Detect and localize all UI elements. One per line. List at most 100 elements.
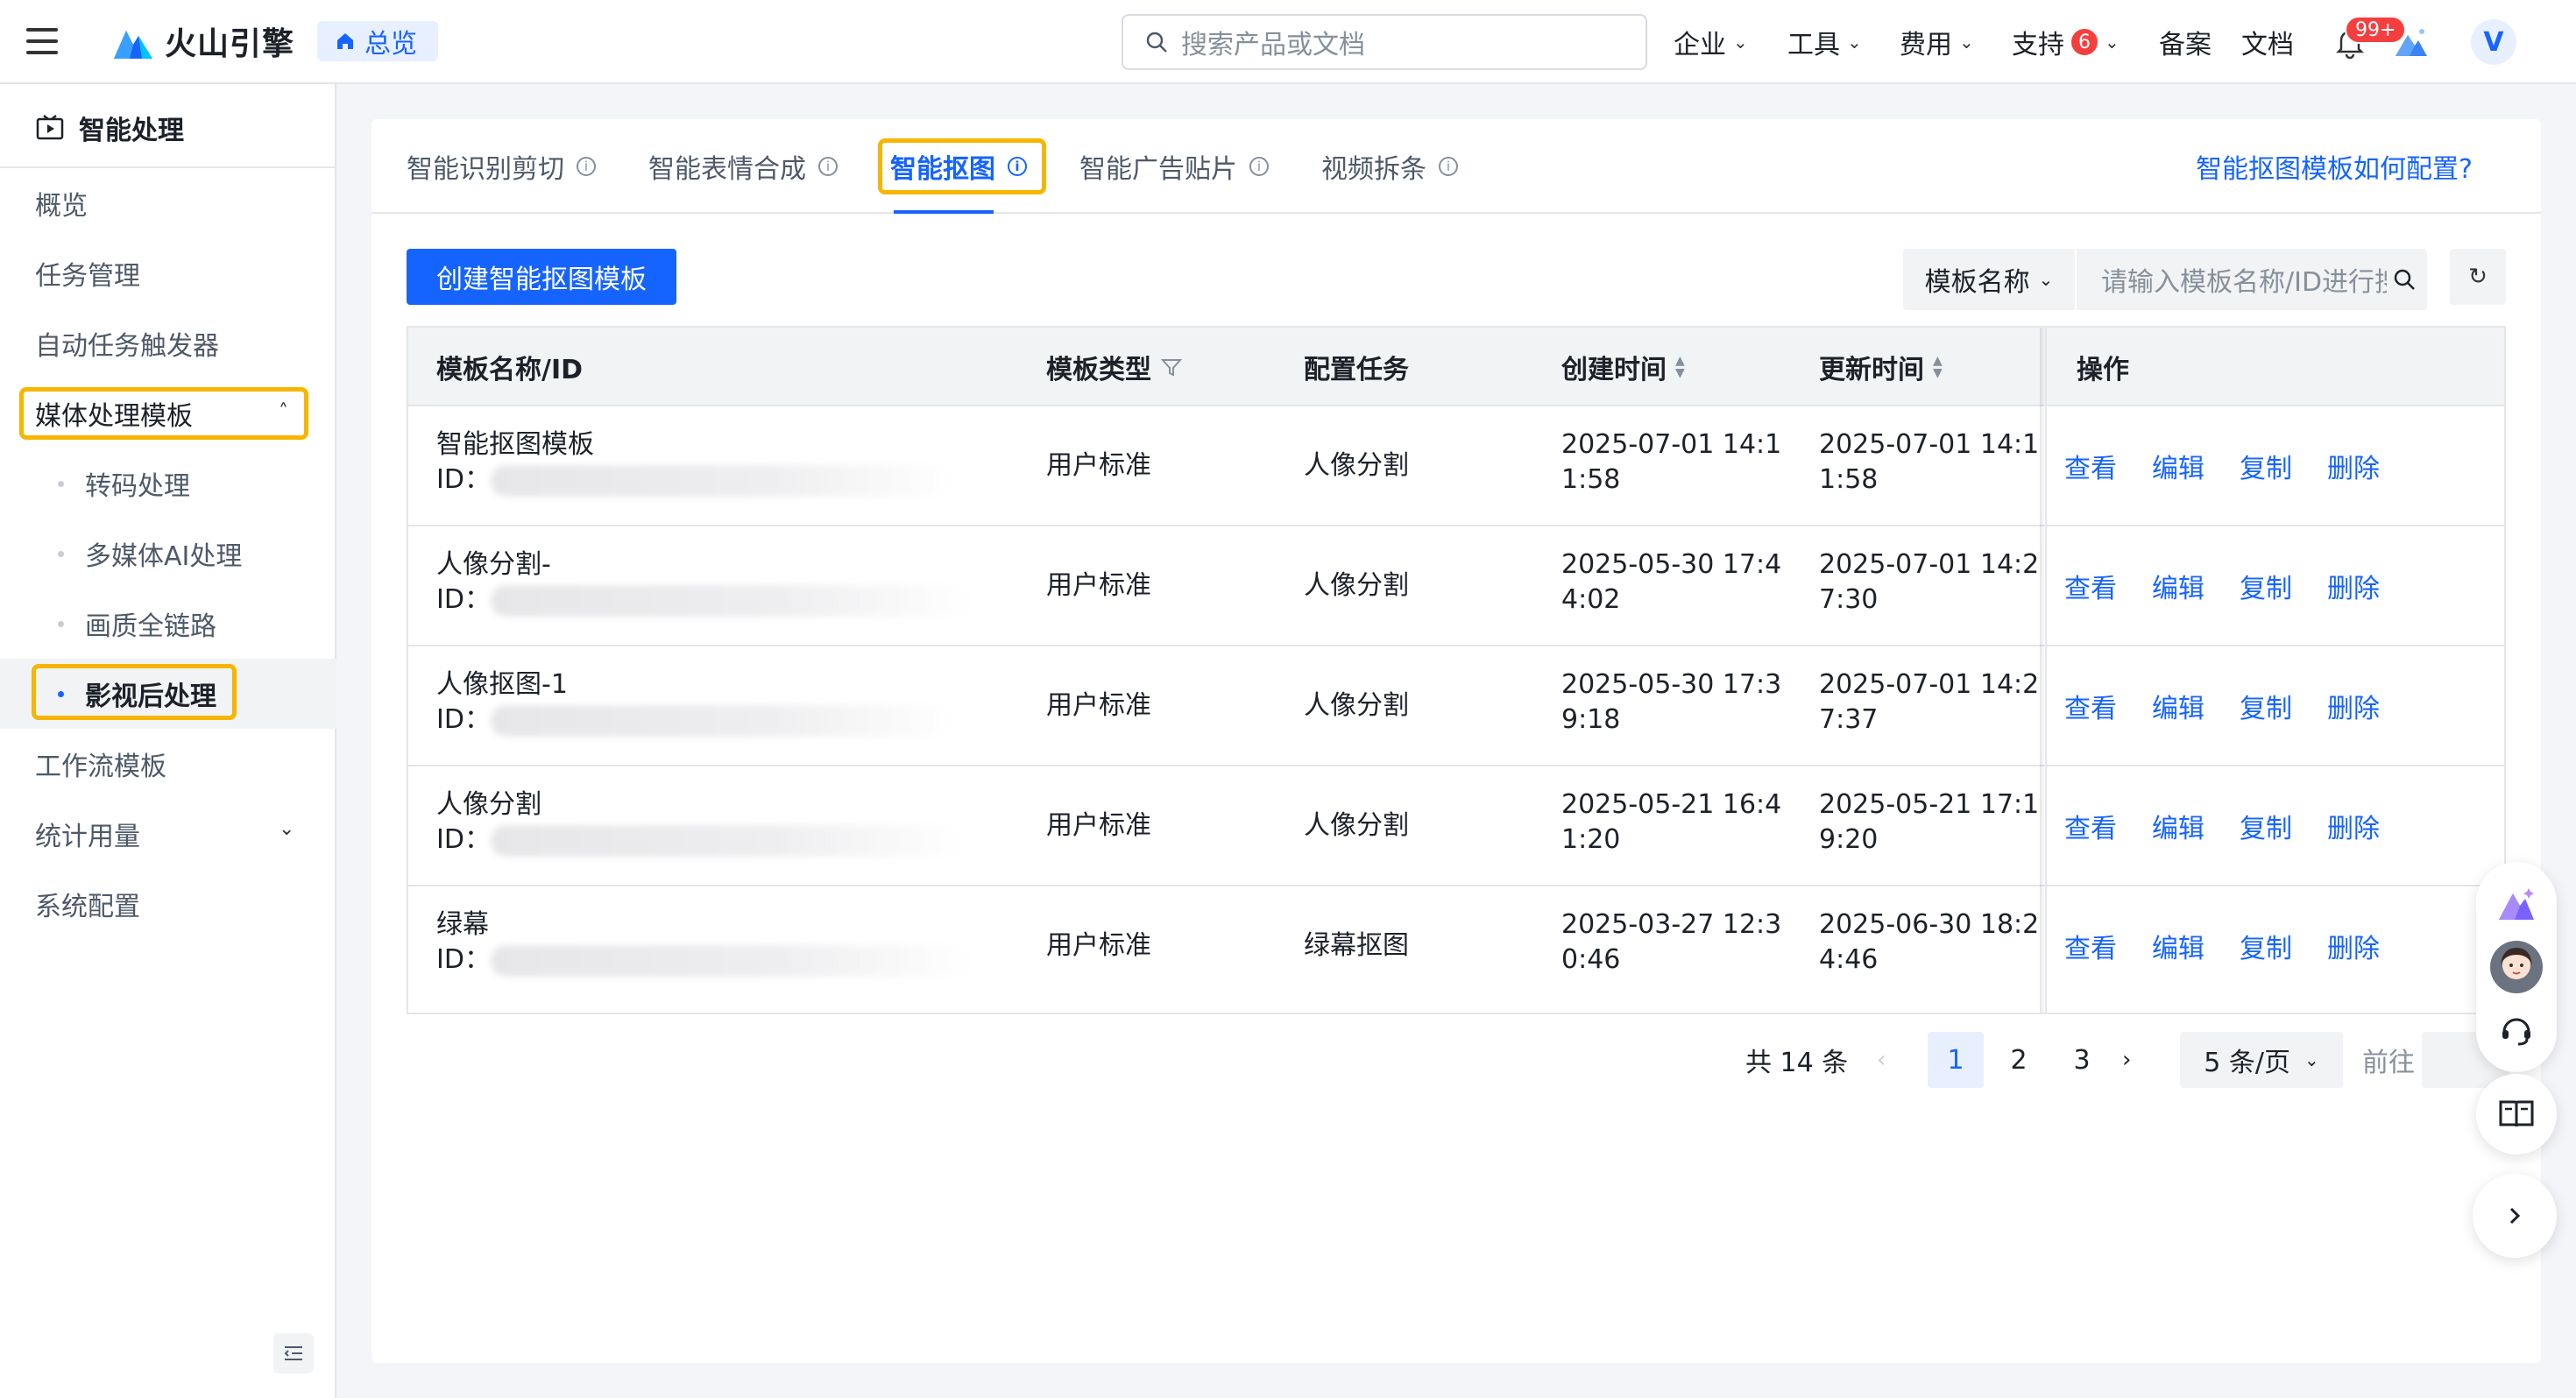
- ai-assistant-icon[interactable]: [2394, 25, 2429, 60]
- tab-ad-sticker[interactable]: 智能广告贴片 i: [1079, 147, 1269, 186]
- sidebar-item-overview[interactable]: 概览: [35, 184, 88, 222]
- bullet-dot: [58, 620, 64, 627]
- delete-link[interactable]: 删除: [2327, 447, 2380, 485]
- edit-link[interactable]: 编辑: [2152, 567, 2204, 605]
- template-id: ID：: [436, 703, 955, 738]
- filter-field-label: 模板名称: [1924, 267, 2030, 298]
- next-page-button[interactable]: ›: [2122, 1032, 2131, 1088]
- nav-label: 备案: [2159, 30, 2212, 60]
- template-name-cell: 人像分割 ID：: [436, 787, 964, 858]
- tab-label: 智能广告贴片: [1079, 154, 1237, 185]
- tab-smart-cut[interactable]: 智能识别剪切 i: [407, 147, 596, 186]
- nav-billing[interactable]: 费用 ⌄: [1900, 23, 1974, 61]
- sidebar-subitem-transcode[interactable]: 转码处理: [58, 464, 190, 503]
- edit-link[interactable]: 编辑: [2152, 447, 2204, 485]
- page-button-2[interactable]: 2: [1991, 1032, 2047, 1088]
- tab-video-split[interactable]: 视频拆条 i: [1321, 147, 1458, 186]
- sidebar-subitem-quality-chain[interactable]: 画质全链路: [58, 604, 216, 643]
- nav-enterprise[interactable]: 企业 ⌄: [1674, 23, 1748, 61]
- edit-link[interactable]: 编辑: [2152, 687, 2204, 725]
- filter-icon[interactable]: [1160, 356, 1183, 378]
- copy-link[interactable]: 复制: [2240, 807, 2292, 845]
- row-actions: 查看 编辑 复制 删除: [2064, 886, 2380, 1005]
- page-size-select[interactable]: 5 条/页 ⌄: [2180, 1032, 2343, 1088]
- time-line: 2025-07-01 14:2: [1819, 549, 2040, 580]
- ai-assistant-icon[interactable]: [2495, 885, 2537, 923]
- page-button-3[interactable]: 3: [2054, 1032, 2110, 1088]
- delete-link[interactable]: 删除: [2327, 567, 2380, 605]
- sidebar-item-label: 自动任务触发器: [35, 331, 219, 362]
- filter-field-select[interactable]: 模板名称 ⌄: [1903, 249, 2077, 310]
- sidebar-item-label: 系统配置: [35, 892, 140, 922]
- customer-service-icon[interactable]: [2497, 1011, 2536, 1049]
- chevron-down-icon: ⌄: [2038, 269, 2054, 290]
- row-actions: 查看 编辑 复制 删除: [2064, 526, 2380, 645]
- sidebar-subitem-multimedia-ai[interactable]: 多媒体AI处理: [58, 534, 242, 573]
- view-link[interactable]: 查看: [2064, 687, 2117, 725]
- delete-link[interactable]: 删除: [2327, 807, 2380, 845]
- column-header-updated[interactable]: 更新时间 ▲ ▼: [1819, 328, 1943, 406]
- nav-docs[interactable]: 文档: [2241, 23, 2294, 61]
- view-link[interactable]: 查看: [2064, 807, 2117, 845]
- edit-link[interactable]: 编辑: [2152, 807, 2204, 845]
- nav-filing[interactable]: 备案: [2159, 23, 2212, 61]
- nav-label: 文档: [2241, 30, 2294, 60]
- chevron-down-icon: ⌄: [1847, 32, 1862, 53]
- page-button-1[interactable]: 1: [1928, 1032, 1984, 1088]
- sidebar-item-workflow-templates[interactable]: 工作流模板: [35, 745, 166, 783]
- row-actions: 查看 编辑 复制 删除: [2064, 766, 2380, 885]
- prev-page-button[interactable]: ‹: [1877, 1032, 1886, 1088]
- delete-link[interactable]: 删除: [2327, 687, 2380, 725]
- time-line: 9:20: [1819, 824, 1879, 855]
- table-row: 人像分割 ID： 用户标准 人像分割 2025-05-21 16:4 1:20 2…: [408, 766, 2504, 886]
- template-type: 用户标准: [1046, 929, 1151, 961]
- info-icon: i: [1439, 157, 1458, 176]
- agent-avatar-icon[interactable]: [2488, 939, 2544, 995]
- docs-float-button[interactable]: [2476, 1074, 2557, 1154]
- refresh-button[interactable]: ↻: [2450, 249, 2506, 305]
- created-time: 2025-05-30 17:4 4:02: [1561, 547, 1781, 618]
- view-link[interactable]: 查看: [2064, 927, 2117, 965]
- template-search-input[interactable]: 请输入模板名称/ID进行搜索: [2077, 249, 2427, 310]
- help-link[interactable]: 智能抠图模板如何配置?: [2196, 147, 2473, 186]
- fixed-column-border: [2045, 328, 2047, 1013]
- table-row: 智能抠图模板 ID： 用户标准 人像分割 2025-07-01 14:1 1:58…: [408, 406, 2504, 526]
- template-id: ID：: [436, 582, 973, 618]
- create-template-button[interactable]: 创建智能抠图模板: [407, 249, 676, 305]
- sort-icon[interactable]: ▲ ▼: [1675, 355, 1685, 379]
- global-search-input[interactable]: 搜索产品或文档: [1122, 14, 1647, 70]
- volcano-logo-icon: [114, 31, 152, 59]
- tab-expression-synthesis[interactable]: 智能表情合成 i: [648, 147, 838, 186]
- sidebar-item-system-config[interactable]: 系统配置: [35, 885, 140, 923]
- nav-tools[interactable]: 工具 ⌄: [1787, 23, 1862, 61]
- user-avatar[interactable]: V: [2471, 19, 2516, 65]
- search-icon[interactable]: [2392, 267, 2417, 292]
- created-time: 2025-03-27 12:3 0:46: [1561, 907, 1781, 978]
- config-task: 人像分割: [1304, 689, 1409, 721]
- copy-link[interactable]: 复制: [2240, 927, 2292, 965]
- time-line: 2025-05-21 17:1: [1819, 789, 2040, 820]
- time-line: 4:46: [1819, 944, 1879, 975]
- id-label: ID：: [436, 584, 491, 615]
- nav-support[interactable]: 支持 6 ⌄: [2012, 23, 2120, 61]
- sidebar-item-task-management[interactable]: 任务管理: [35, 254, 140, 293]
- sidebar-item-usage-stats[interactable]: 统计用量: [35, 815, 140, 853]
- view-link[interactable]: 查看: [2064, 447, 2117, 485]
- view-link[interactable]: 查看: [2064, 567, 2117, 605]
- time-line: 2025-07-01 14:1: [1819, 429, 2040, 460]
- delete-link[interactable]: 删除: [2327, 927, 2380, 965]
- sidebar-item-auto-trigger[interactable]: 自动任务触发器: [35, 324, 219, 363]
- logo[interactable]: 火山引擎: [112, 19, 294, 63]
- sort-icon[interactable]: ▲ ▼: [1933, 355, 1943, 379]
- search-icon: [1146, 32, 1167, 53]
- copy-link[interactable]: 复制: [2240, 567, 2292, 605]
- column-header-name: 模板名称/ID: [436, 328, 583, 406]
- menu-icon[interactable]: [26, 28, 58, 54]
- column-header-created[interactable]: 创建时间 ▲ ▼: [1561, 328, 1685, 406]
- copy-link[interactable]: 复制: [2240, 447, 2292, 485]
- collapse-sidebar-button[interactable]: [273, 1333, 314, 1373]
- overview-button[interactable]: 总览: [317, 21, 438, 61]
- expand-float-button[interactable]: [2473, 1174, 2557, 1258]
- edit-link[interactable]: 编辑: [2152, 927, 2204, 965]
- copy-link[interactable]: 复制: [2240, 687, 2292, 725]
